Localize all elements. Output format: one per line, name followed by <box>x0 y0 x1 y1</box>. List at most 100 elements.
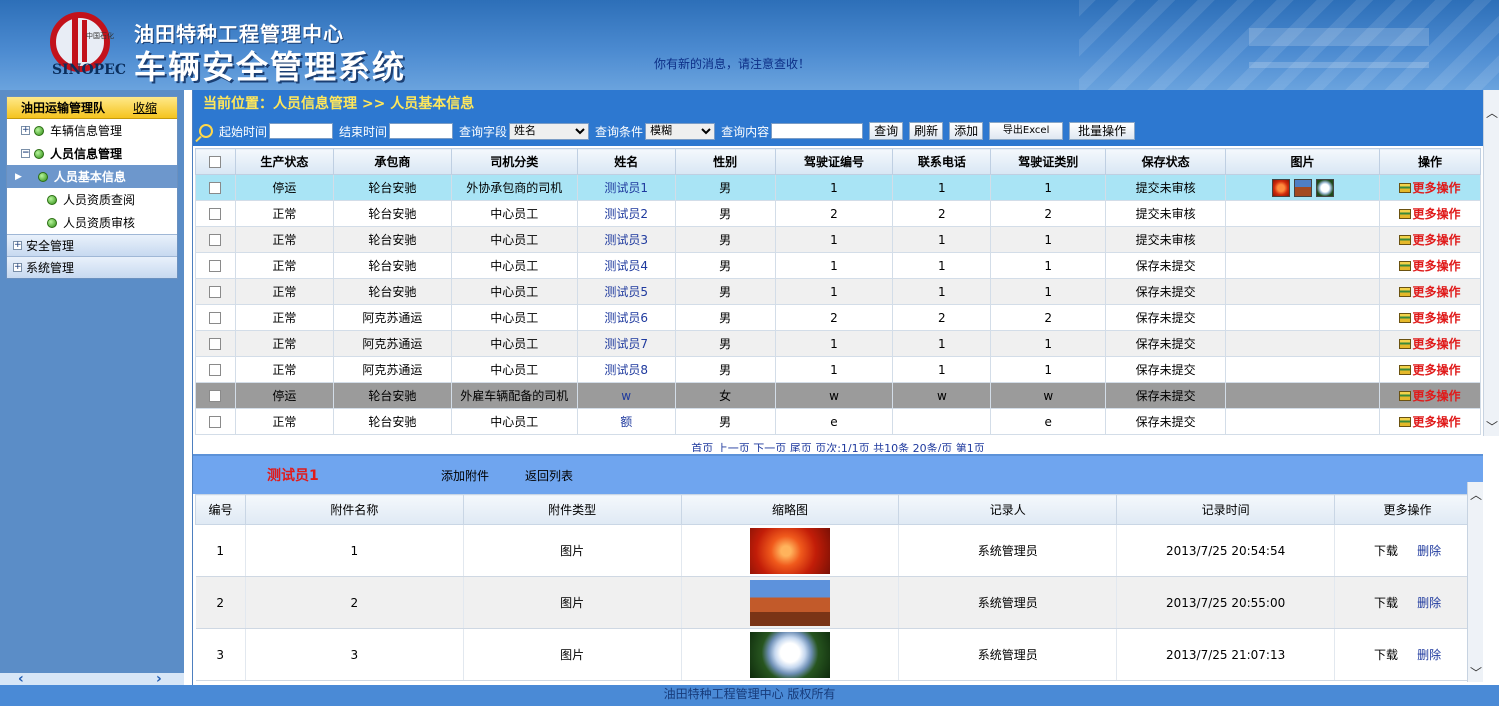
row-checkbox[interactable] <box>209 364 222 376</box>
contractor-cell: 阿克苏通运 <box>332 330 452 357</box>
expand-icon[interactable]: + <box>13 263 22 272</box>
att-id: 2 <box>195 576 246 629</box>
refresh-button[interactable]: 刷新 <box>909 122 944 140</box>
sidebar-item-vehicle[interactable]: + 车辆信息管理 <box>7 119 177 142</box>
thumbnail-white-flower-image[interactable] <box>1315 178 1334 197</box>
export-excel-button[interactable]: 导出Excel <box>989 122 1064 140</box>
scroll-down-icon[interactable]: ﹀ <box>1485 418 1499 435</box>
message-notice[interactable]: 你有新的消息，请注意查收！ <box>654 55 810 72</box>
end-time-input[interactable] <box>389 123 454 139</box>
breadcrumb: 当前位置：人员信息管理 >> 人员基本信息 <box>193 90 1499 116</box>
app-header: 中国石化 SINOPEC 油田特种工程管理中心 车辆安全管理系统 你有新的消息，… <box>0 0 1499 90</box>
thumbnail-desert-image[interactable] <box>1293 178 1312 197</box>
person-name-link[interactable]: 测试员3 <box>604 233 648 247</box>
sidebar-item-personnel-basic[interactable]: ▶ 人员基本信息 <box>7 165 177 188</box>
download-link[interactable]: 下载 <box>1374 544 1398 558</box>
expand-icon[interactable]: + <box>13 241 22 250</box>
scroll-down-icon[interactable]: ﹀ <box>1469 664 1483 681</box>
scroll-up-icon[interactable]: ︿ <box>1469 486 1483 503</box>
row-checkbox[interactable] <box>209 208 222 220</box>
query-button[interactable]: 查询 <box>869 122 904 140</box>
att-id: 3 <box>195 628 246 681</box>
gender-cell: 男 <box>674 330 776 357</box>
thumbnail-desert-image[interactable] <box>749 579 830 626</box>
collapse-link[interactable]: 收缩 <box>133 99 157 116</box>
more-actions-link[interactable]: 更多操作 <box>1399 257 1460 274</box>
delete-link[interactable]: 删除 <box>1417 544 1441 558</box>
book-icon <box>1399 286 1412 297</box>
save-status-cell: 提交未审核 <box>1105 200 1227 227</box>
thumbnail-white-flower-image[interactable] <box>749 631 830 678</box>
more-actions-link[interactable]: 更多操作 <box>1399 205 1460 222</box>
expand-icon[interactable]: + <box>21 126 30 135</box>
save-status-cell: 提交未审核 <box>1105 226 1227 253</box>
row-checkbox[interactable] <box>209 312 222 324</box>
table-row[interactable]: 正常 轮台安驰 中心员工 测试员5 男 1 1 1 保存未提交 更多操作 <box>195 278 1482 305</box>
table-row[interactable]: 停运 轮台安驰 外雇车辆配备的司机 w 女 w w w 保存未提交 更多操作 <box>195 382 1482 409</box>
add-attachment-link[interactable]: 添加附件 <box>441 467 489 484</box>
sidebar-group-system[interactable]: + 系统管理 <box>7 256 177 278</box>
sidebar-item-personnel[interactable]: − 人员信息管理 <box>7 142 177 165</box>
table-row[interactable]: 正常 轮台安驰 中心员工 测试员2 男 2 2 2 提交未审核 更多操作 <box>195 200 1482 227</box>
table-row[interactable]: 正常 轮台安驰 中心员工 测试员4 男 1 1 1 保存未提交 更多操作 <box>195 252 1482 279</box>
person-name-link[interactable]: 测试员4 <box>604 259 648 273</box>
table-row[interactable]: 正常 阿克苏通运 中心员工 测试员6 男 2 2 2 保存未提交 更多操作 <box>195 304 1482 331</box>
row-checkbox[interactable] <box>209 182 222 194</box>
row-checkbox[interactable] <box>209 234 222 246</box>
table-row[interactable]: 正常 阿克苏通运 中心员工 测试员7 男 1 1 1 保存未提交 更多操作 <box>195 330 1482 357</box>
more-actions-link[interactable]: 更多操作 <box>1399 179 1460 196</box>
person-name-link[interactable]: 额 <box>620 415 632 429</box>
scroll-up-icon[interactable]: ︿ <box>1485 104 1499 121</box>
row-checkbox[interactable] <box>209 260 222 272</box>
person-name-link[interactable]: 测试员7 <box>604 337 648 351</box>
row-checkbox[interactable] <box>209 416 222 428</box>
more-actions-link[interactable]: 更多操作 <box>1399 361 1460 378</box>
table-row[interactable]: 正常 轮台安驰 中心员工额男 e e 保存未提交 更多操作 <box>195 408 1482 435</box>
more-actions-link[interactable]: 更多操作 <box>1399 335 1460 352</box>
attachment-vscrollbar[interactable]: ︿ ﹀ <box>1467 482 1483 682</box>
table-row[interactable]: 停运 轮台安驰 外协承包商的司机 测试员1 男 1 1 1 提交未审核 更多操作 <box>195 174 1482 201</box>
query-cond-select[interactable]: 模糊 <box>645 122 716 140</box>
more-actions-link[interactable]: 更多操作 <box>1399 283 1460 300</box>
select-all-checkbox[interactable] <box>209 156 222 168</box>
more-actions-link[interactable]: 更多操作 <box>1399 309 1460 326</box>
row-checkbox[interactable] <box>209 338 222 350</box>
back-to-list-link[interactable]: 返回列表 <box>525 467 573 484</box>
more-actions-link[interactable]: 更多操作 <box>1399 387 1460 404</box>
sidebar-item-qualification-view[interactable]: 人员资质查阅 <box>7 188 177 211</box>
att-type: 图片 <box>463 576 682 629</box>
row-checkbox[interactable] <box>209 390 222 402</box>
contractor-cell: 轮台安驰 <box>332 408 452 435</box>
person-name-link[interactable]: w <box>621 389 631 403</box>
table-vscrollbar[interactable]: ︿ ﹀ <box>1483 90 1499 436</box>
start-time-input[interactable] <box>269 123 334 139</box>
download-link[interactable]: 下载 <box>1374 596 1398 610</box>
more-actions-link[interactable]: 更多操作 <box>1399 413 1460 430</box>
batch-button[interactable]: 批量操作 <box>1069 122 1136 140</box>
status-dot-icon <box>47 194 57 205</box>
driver-type-cell: 中心员工 <box>450 304 578 331</box>
delete-link[interactable]: 删除 <box>1417 596 1441 610</box>
person-name-link[interactable]: 测试员5 <box>604 285 648 299</box>
sidebar-group-safety[interactable]: + 安全管理 <box>7 234 177 256</box>
more-actions-link[interactable]: 更多操作 <box>1399 231 1460 248</box>
person-name-link[interactable]: 测试员6 <box>604 311 648 325</box>
person-name-link[interactable]: 测试员8 <box>604 363 648 377</box>
add-button[interactable]: 添加 <box>949 122 984 140</box>
thumbnail-red-flower-image[interactable] <box>749 527 830 574</box>
delete-link[interactable]: 删除 <box>1417 648 1441 662</box>
sidebar-item-qualification-audit[interactable]: 人员资质审核 <box>7 211 177 234</box>
download-link[interactable]: 下载 <box>1374 648 1398 662</box>
pagination[interactable]: 首页 上一页 下一页 尾页 页次:1/1页 共10条 20条/页 第1页 <box>193 440 1483 452</box>
query-field-select[interactable]: 姓名 <box>509 122 590 140</box>
person-name-link[interactable]: 测试员1 <box>604 181 648 195</box>
table-row[interactable]: 正常 阿克苏通运 中心员工 测试员8 男 1 1 1 保存未提交 更多操作 <box>195 356 1482 383</box>
row-checkbox[interactable] <box>209 286 222 298</box>
collapse-icon[interactable]: − <box>21 149 30 158</box>
col-header: 操作 <box>1378 148 1482 175</box>
query-content-input[interactable] <box>771 123 864 139</box>
thumbnail-red-flower-image[interactable] <box>1271 178 1290 197</box>
contractor-cell: 轮台安驰 <box>332 382 452 409</box>
table-row[interactable]: 正常 轮台安驰 中心员工 测试员3 男 1 1 1 提交未审核 更多操作 <box>195 226 1482 253</box>
person-name-link[interactable]: 测试员2 <box>604 207 648 221</box>
